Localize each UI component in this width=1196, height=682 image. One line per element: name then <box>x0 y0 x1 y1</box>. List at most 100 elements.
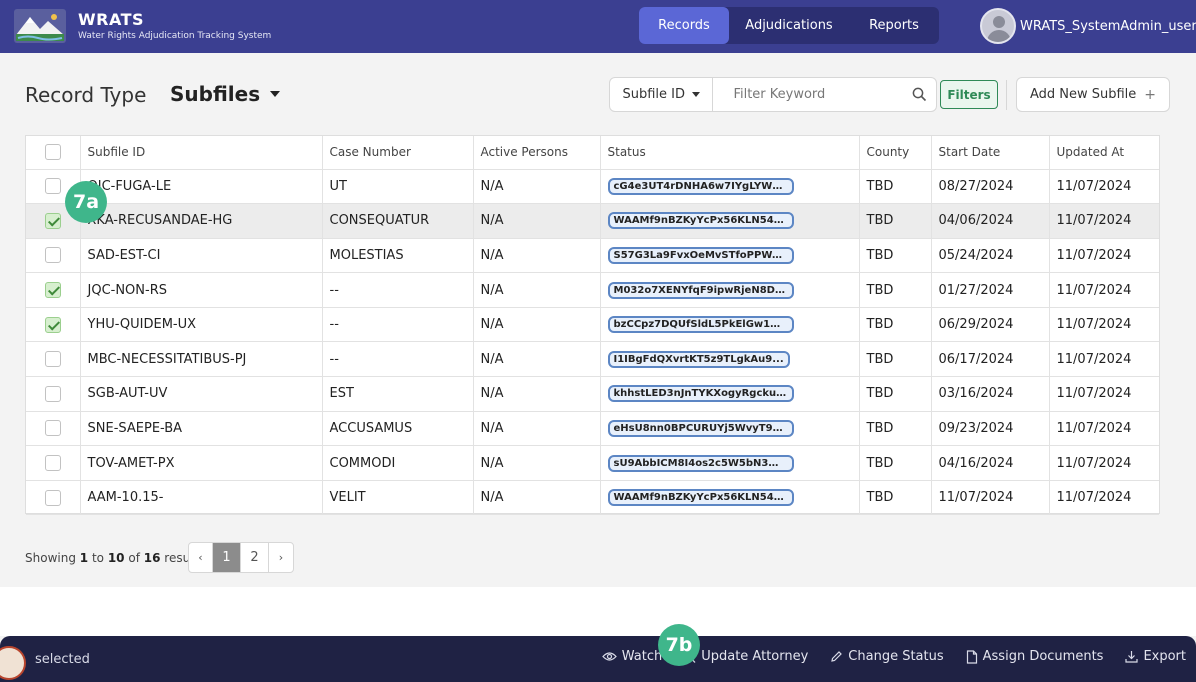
row-checkbox[interactable] <box>44 420 61 437</box>
status-badge[interactable]: WAAMf9nBZKyYcPx56KLN54zU... <box>607 489 794 507</box>
row-checkbox[interactable] <box>44 316 61 333</box>
user-menu[interactable]: WRATS_SystemAdmin_user <box>980 8 1196 44</box>
page-button-2[interactable]: 2 <box>241 543 269 572</box>
select-all-checkbox[interactable] <box>44 144 61 161</box>
nav-tab-adjudications[interactable]: Adjudications <box>729 7 849 44</box>
column-header-county[interactable]: County <box>859 136 932 170</box>
user-avatar[interactable] <box>980 8 1016 44</box>
row-checkbox[interactable] <box>44 282 61 299</box>
page-button-1[interactable]: 1 <box>213 543 241 572</box>
pagination-summary: Showing 1 to 10 of 16 results <box>25 551 205 565</box>
case-number-cell: -- <box>322 341 474 378</box>
county-cell: TBD <box>859 272 932 308</box>
updated-at-cell: 11/07/2024 <box>1049 169 1159 205</box>
column-header-subfile-id[interactable]: Subfile ID <box>80 136 323 170</box>
column-header-start-date[interactable]: Start Date <box>931 136 1050 170</box>
next-page-button[interactable]: › <box>269 543 293 572</box>
row-checkbox[interactable] <box>44 385 61 402</box>
start-date-cell: 09/23/2024 <box>931 411 1050 447</box>
table-row[interactable]: SAD-EST-CI MOLESTIAS N/A S57G3La9FvxOeMv… <box>26 238 1159 274</box>
subfile-id-cell[interactable]: SNE-SAEPE-BA <box>80 411 323 447</box>
row-checkbox[interactable] <box>44 351 61 368</box>
active-persons-cell: N/A <box>473 238 601 274</box>
county-cell: TBD <box>859 307 932 343</box>
username[interactable]: WRATS_SystemAdmin_user <box>1020 19 1196 34</box>
caret-down-icon[interactable] <box>691 92 700 97</box>
subfile-id-cell[interactable]: XKA-RECUSANDAE-HG <box>80 203 323 239</box>
status-badge[interactable]: I1IBgFdQXvrtKT5z9TLgkAu9... <box>607 350 790 368</box>
subfile-id-cell[interactable]: TOV-AMET-PX <box>80 445 323 481</box>
change-status-button[interactable]: Change Status <box>830 649 944 664</box>
status-badge[interactable]: WAAMf9nBZKyYcPx56KLN54zU... <box>607 212 794 230</box>
filter-field-value[interactable]: Subfile ID <box>622 87 685 102</box>
filter-keyword-input[interactable] <box>713 78 904 111</box>
export-button[interactable]: Export <box>1125 649 1186 664</box>
column-header-updated-at[interactable]: Updated At <box>1049 136 1159 170</box>
update-attorney-button[interactable]: Update Attorney <box>684 649 808 664</box>
subfile-id-cell[interactable]: YHU-QUIDEM-UX <box>80 307 323 343</box>
prev-page-button[interactable]: ‹ <box>189 543 213 572</box>
table-row[interactable]: XKA-RECUSANDAE-HG CONSEQUATUR N/A WAAMf9… <box>26 203 1159 239</box>
subfile-id-cell[interactable]: SGB-AUT-UV <box>80 376 323 412</box>
start-date-cell: 08/27/2024 <box>931 169 1050 205</box>
eye-icon <box>601 652 617 661</box>
status-badge[interactable]: S57G3La9FvxOeMvSTfoPPWou... <box>607 246 794 264</box>
status-badge[interactable]: cG4e3UT4rDNHA6w7IYgLYWxi... <box>607 177 794 195</box>
table-row[interactable]: AAM-10.15- VELIT N/A WAAMf9nBZKyYcPx56KL… <box>26 480 1159 516</box>
updated-at-cell: 11/07/2024 <box>1049 307 1159 343</box>
assign-documents-button[interactable]: Assign Documents <box>966 649 1103 664</box>
table-row[interactable]: MBC-NECESSITATIBUS-PJ -- N/A I1IBgFdQXvr… <box>26 341 1159 378</box>
record-type-select[interactable]: Subfiles <box>170 82 281 106</box>
table-row[interactable]: TOV-AMET-PX COMMODI N/A sU9AbbICM8I4os2c… <box>26 445 1159 481</box>
search-icon[interactable] <box>903 78 936 111</box>
subfile-id-cell[interactable]: MBC-NECESSITATIBUS-PJ <box>80 341 323 378</box>
filter-group: Subfile ID <box>609 77 937 112</box>
column-header-status[interactable]: Status <box>600 136 860 170</box>
column-header-case-number[interactable]: Case Number <box>322 136 474 170</box>
status-badge[interactable]: eHsU8nn0BPCURUYj5WvyT90q... <box>607 419 794 437</box>
row-checkbox[interactable] <box>44 178 61 195</box>
watch-button[interactable]: Watch <box>601 649 662 664</box>
nav-tab-records[interactable]: Records <box>639 7 729 44</box>
table-row[interactable]: YHU-QUIDEM-UX -- N/A bzCCpz7DQUfSldL5PkE… <box>26 307 1159 343</box>
county-cell: TBD <box>859 445 932 481</box>
table-header-row: Subfile ID Case Number Active Persons St… <box>26 136 1159 170</box>
caret-down-icon[interactable] <box>270 91 281 97</box>
add-new-subfile-label[interactable]: Add New Subfile <box>1030 87 1136 102</box>
record-type-value[interactable]: Subfiles <box>170 82 260 106</box>
active-persons-cell: N/A <box>473 445 601 481</box>
table-row[interactable]: OJC-FUGA-LE UT N/A cG4e3UT4rDNHA6w7IYgLY… <box>26 169 1159 205</box>
subfile-id-cell[interactable]: OJC-FUGA-LE <box>80 169 323 205</box>
pencil-icon <box>831 651 843 662</box>
column-header-active-persons[interactable]: Active Persons <box>473 136 601 170</box>
filter-field-select[interactable]: Subfile ID <box>610 78 714 111</box>
county-cell: TBD <box>859 169 932 205</box>
table-row[interactable]: JQC-NON-RS -- N/A M032o7XENYfqF9ipwRjeN8… <box>26 272 1159 308</box>
table-row[interactable]: SGB-AUT-UV EST N/A khhstLED3nJnTYKXogyRg… <box>26 376 1159 412</box>
updated-at-cell: 11/07/2024 <box>1049 480 1159 516</box>
county-cell: TBD <box>859 411 932 447</box>
row-checkbox[interactable] <box>44 247 61 264</box>
case-number-cell: EST <box>322 376 474 412</box>
row-checkbox[interactable] <box>44 489 61 506</box>
status-badge[interactable]: sU9AbbICM8I4os2c5W5bN3WD... <box>607 454 794 472</box>
case-number-cell: VELIT <box>322 480 474 516</box>
case-number-cell: CONSEQUATUR <box>322 203 474 239</box>
status-badge[interactable]: bzCCpz7DQUfSldL5PkElGw1H... <box>607 316 794 334</box>
add-new-subfile-button[interactable]: Add New Subfile + <box>1016 77 1170 112</box>
select-all-cell[interactable] <box>26 136 81 170</box>
case-number-cell: -- <box>322 272 474 308</box>
plus-icon[interactable]: + <box>1144 87 1156 103</box>
row-checkbox[interactable] <box>44 212 61 229</box>
filters-button[interactable]: Filters <box>940 80 998 109</box>
row-checkbox[interactable] <box>44 455 61 472</box>
table-row[interactable]: SNE-SAEPE-BA ACCUSAMUS N/A eHsU8nn0BPCUR… <box>26 411 1159 447</box>
nav-tab-reports[interactable]: Reports <box>849 7 939 44</box>
wrats-logo-icon[interactable] <box>14 9 66 43</box>
status-badge[interactable]: khhstLED3nJnTYKXogyRgcku... <box>607 385 794 403</box>
updated-at-cell: 11/07/2024 <box>1049 376 1159 412</box>
subfile-id-cell[interactable]: SAD-EST-CI <box>80 238 323 274</box>
subfile-id-cell[interactable]: JQC-NON-RS <box>80 272 323 308</box>
subfile-id-cell[interactable]: AAM-10.15- <box>80 480 323 516</box>
status-badge[interactable]: M032o7XENYfqF9ipwRjeN8DR... <box>607 281 794 299</box>
